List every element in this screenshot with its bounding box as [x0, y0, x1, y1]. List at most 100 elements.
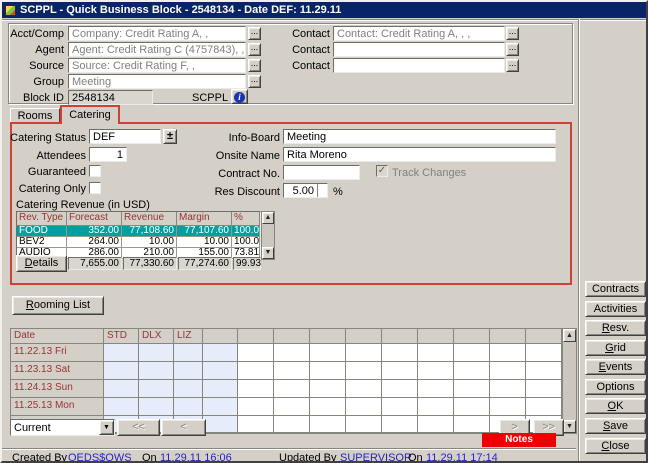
grid-cell[interactable]: [238, 398, 274, 416]
grid-cell[interactable]: [104, 398, 139, 416]
grid-cell[interactable]: [203, 362, 238, 380]
tab-catering[interactable]: Catering: [60, 105, 120, 124]
grid-cell[interactable]: [104, 380, 139, 398]
grid-cell[interactable]: [418, 344, 454, 362]
grid-cell[interactable]: [382, 416, 418, 433]
revenue-cell-revenue[interactable]: 10.00: [122, 237, 177, 248]
grid-cell[interactable]: [454, 362, 490, 380]
notes-button[interactable]: Notes: [482, 433, 556, 447]
grid-cell[interactable]: [310, 362, 346, 380]
grid-cell[interactable]: [203, 380, 238, 398]
tab-rooms[interactable]: Rooms: [10, 108, 60, 123]
save-button[interactable]: Save: [585, 418, 646, 434]
grid-cell[interactable]: [238, 380, 274, 398]
grid-cell[interactable]: [382, 344, 418, 362]
res-discount-field[interactable]: 5.00: [283, 183, 328, 198]
grid-cell[interactable]: [274, 344, 310, 362]
grid-cell[interactable]: [174, 344, 203, 362]
prev-page-button[interactable]: <: [161, 419, 206, 436]
resv-button[interactable]: Resv.: [585, 320, 646, 336]
revenue-cell-forecast[interactable]: 264.00: [67, 237, 122, 248]
grid-cell[interactable]: [238, 344, 274, 362]
revenue-cell-type[interactable]: FOOD: [17, 226, 67, 237]
contact2-lov-button[interactable]: ...: [506, 43, 519, 56]
contact2-field[interactable]: [333, 42, 505, 57]
grid-cell[interactable]: [104, 344, 139, 362]
grid-cell[interactable]: [526, 398, 562, 416]
grid-date-cell[interactable]: 11.25.13 Mon: [11, 398, 104, 416]
grid-cell[interactable]: [454, 344, 490, 362]
contact3-lov-button[interactable]: ...: [506, 59, 519, 72]
view-filter-select[interactable]: Current ▼: [10, 419, 115, 436]
grid-cell[interactable]: [310, 380, 346, 398]
grid-cell[interactable]: [346, 362, 382, 380]
revenue-cell-type[interactable]: BEV2: [17, 237, 67, 248]
activities-button[interactable]: Activities: [585, 301, 646, 317]
grid-cell[interactable]: [418, 416, 454, 433]
group-lov-button[interactable]: ...: [248, 75, 261, 88]
grid-cell[interactable]: [238, 362, 274, 380]
grid-cell[interactable]: [382, 380, 418, 398]
revenue-cell-revenue[interactable]: 77,108.60: [122, 226, 177, 237]
dropdown-arrow-icon[interactable]: ▼: [99, 420, 114, 435]
contact3-field[interactable]: [333, 58, 505, 73]
grid-cell[interactable]: [526, 344, 562, 362]
grid-cell[interactable]: [310, 398, 346, 416]
scroll-up-icon[interactable]: ▲: [262, 212, 274, 224]
grid-cell[interactable]: [203, 398, 238, 416]
grid-cell[interactable]: [490, 398, 526, 416]
grid-cell[interactable]: [454, 380, 490, 398]
grid-cell[interactable]: [490, 344, 526, 362]
acct-comp-lov-button[interactable]: ...: [248, 27, 261, 40]
grid-button[interactable]: Grid: [585, 340, 646, 356]
details-button[interactable]: Details: [16, 255, 67, 272]
onsite-name-field[interactable]: Rita Moreno: [283, 147, 556, 162]
grid-cell[interactable]: [139, 362, 174, 380]
revenue-cell-pct[interactable]: 100.00: [232, 226, 260, 237]
grid-cell[interactable]: [274, 416, 310, 433]
contact1-field[interactable]: Contact: Credit Rating A, , ,: [333, 26, 505, 41]
grid-cell[interactable]: [274, 398, 310, 416]
attendees-field[interactable]: 1: [89, 147, 127, 162]
events-button[interactable]: Events: [585, 359, 646, 375]
grid-cell[interactable]: [346, 416, 382, 433]
grid-cell[interactable]: [310, 416, 346, 433]
contact1-lov-button[interactable]: ...: [506, 27, 519, 40]
property-info-button[interactable]: i: [231, 89, 248, 104]
catering-only-checkbox[interactable]: [89, 182, 101, 194]
track-changes-checkbox[interactable]: ✓: [376, 165, 388, 177]
guaranteed-checkbox[interactable]: [89, 165, 101, 177]
grid-cell[interactable]: [454, 416, 490, 433]
group-field[interactable]: Meeting: [68, 74, 246, 89]
room-grid-scrollbar[interactable]: ▲ ▼: [562, 328, 577, 434]
contracts-button[interactable]: Contracts: [585, 281, 646, 297]
grid-cell[interactable]: [274, 362, 310, 380]
grid-cell[interactable]: [139, 398, 174, 416]
source-field[interactable]: Source: Credit Rating F, ,: [68, 58, 246, 73]
grid-cell[interactable]: [382, 398, 418, 416]
grid-cell[interactable]: [203, 416, 238, 433]
agent-field[interactable]: Agent: Credit Rating C (4757843), ,: [68, 42, 246, 57]
contract-no-field[interactable]: [283, 165, 360, 180]
grid-cell[interactable]: [174, 398, 203, 416]
grid-cell[interactable]: [526, 380, 562, 398]
grid-cell[interactable]: [238, 416, 274, 433]
acct-comp-field[interactable]: Company: Credit Rating A, ,: [68, 26, 246, 41]
scroll-up-icon[interactable]: ▲: [563, 329, 576, 342]
scroll-down-icon[interactable]: ▼: [563, 420, 576, 433]
grid-cell[interactable]: [346, 344, 382, 362]
grid-cell[interactable]: [310, 344, 346, 362]
first-page-button[interactable]: <<: [117, 419, 160, 436]
grid-cell[interactable]: [418, 398, 454, 416]
rooming-list-button[interactable]: Rooming List: [12, 296, 104, 315]
grid-cell[interactable]: [174, 362, 203, 380]
grid-cell[interactable]: [274, 380, 310, 398]
revenue-cell-margin[interactable]: 10.00: [177, 237, 232, 248]
grid-cell[interactable]: [526, 362, 562, 380]
grid-cell[interactable]: [490, 362, 526, 380]
revenue-cell-forecast[interactable]: 352.00: [67, 226, 122, 237]
grid-date-cell[interactable]: 11.22.13 Fri: [11, 344, 104, 362]
options-button[interactable]: Options: [585, 379, 646, 395]
scroll-down-icon[interactable]: ▼: [262, 247, 274, 259]
grid-cell[interactable]: [454, 398, 490, 416]
